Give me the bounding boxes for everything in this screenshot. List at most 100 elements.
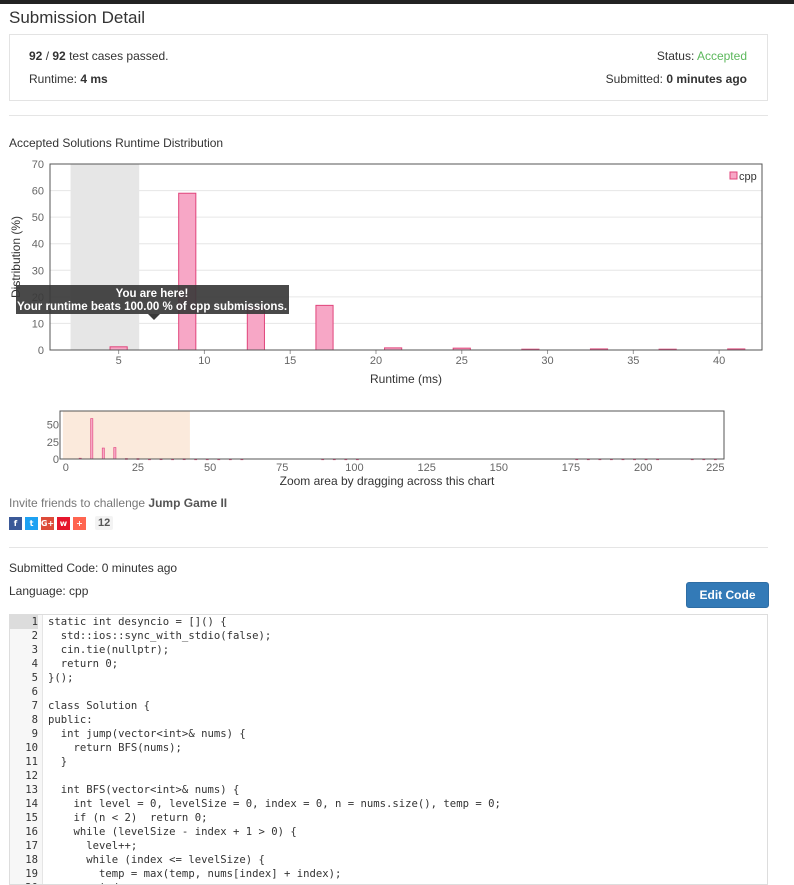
y-tick-label: 60	[32, 186, 44, 198]
code-text: temp = max(temp, nums[index] + index);	[48, 868, 342, 880]
code-line[interactable]: 6	[10, 685, 767, 699]
code-text: while (index <= levelSize) {	[48, 854, 265, 866]
line-number: 4	[31, 658, 38, 670]
code-text: level++;	[48, 840, 138, 852]
line-number: 7	[31, 700, 38, 712]
y-tick-label: 0	[38, 345, 44, 357]
line-number: 12	[25, 770, 38, 782]
code-text: int level = 0, levelSize = 0, index = 0,…	[48, 798, 501, 810]
nav-bar	[113, 447, 117, 460]
line-number: 18	[25, 854, 38, 866]
y-tick-label: 50	[32, 212, 44, 224]
code-text: public:	[48, 714, 93, 726]
google-plus-icon[interactable]: G+	[41, 516, 54, 530]
x-tick-label: 25	[456, 355, 468, 367]
nav-x-tick-label: 175	[562, 462, 580, 474]
zoom-navigator-chart[interactable]: 0 25 50 0 25 50 75 100 125 150 175 200 225 Zoom area …	[0, 400, 794, 500]
nav-y-tick-label: 25	[47, 437, 59, 449]
x-tick-label: 40	[713, 355, 725, 367]
nav-y-tick-label: 0	[53, 454, 59, 466]
line-number: 3	[31, 644, 38, 656]
line-number: 20	[10, 881, 38, 884]
runtime-distribution-chart[interactable]: 010203040506070510152025303540Runtime (m…	[0, 0, 794, 395]
code-line[interactable]: 5 }();	[10, 671, 767, 685]
line-number: 15	[25, 812, 38, 824]
code-line[interactable]: 4 return 0;	[10, 657, 767, 671]
line-number: 8	[31, 714, 38, 726]
code-line[interactable]: 10 return BFS(nums);	[10, 741, 767, 755]
code-line[interactable]: 1 static int desyncio = []() {	[10, 615, 767, 629]
code-text: if (n < 2) return 0;	[48, 812, 208, 824]
nav-x-tick-label: 25	[132, 462, 144, 474]
code-line[interactable]: 8 public:	[10, 713, 767, 727]
plot-area	[50, 164, 762, 350]
line-number: 2	[31, 630, 38, 642]
nav-x-tick-label: 200	[634, 462, 652, 474]
share-count: 12	[95, 516, 114, 530]
code-editor[interactable]: 1 static int desyncio = []() {2 std::ios:…	[9, 614, 768, 885]
code-line[interactable]: 19 temp = max(temp, nums[index] + index)…	[10, 867, 767, 881]
y-tick-label: 40	[32, 239, 44, 251]
tooltip-line2: Your runtime beats 100.00 % of cpp submi…	[17, 301, 287, 313]
line-number: 14	[25, 798, 38, 810]
bar	[315, 304, 334, 351]
line-number: 1	[10, 615, 38, 629]
divider	[9, 547, 768, 548]
code-line[interactable]: 20 index++;	[10, 881, 767, 884]
code-line[interactable]: 2 std::ios::sync_with_stdio(false);	[10, 629, 767, 643]
share-buttons: f t G+ w +12	[9, 516, 114, 530]
nav-x-tick-label: 125	[417, 462, 435, 474]
code-line[interactable]: 12	[10, 769, 767, 783]
code-line[interactable]: 9 int jump(vector<int>& nums) {	[10, 727, 767, 741]
code-line[interactable]: 3 cin.tie(nullptr);	[10, 643, 767, 657]
code-text: static int desyncio = []() {	[48, 616, 227, 628]
twitter-icon[interactable]: t	[25, 516, 38, 530]
line-number: 5	[31, 672, 38, 684]
code-line[interactable]: 16 while (levelSize - index + 1 > 0) {	[10, 825, 767, 839]
code-line[interactable]: 13 int BFS(vector<int>& nums) {	[10, 783, 767, 797]
code-text: return BFS(nums);	[48, 742, 182, 754]
legend-label: cpp	[739, 171, 757, 183]
line-number: 16	[25, 826, 38, 838]
code-text: class Solution {	[48, 700, 151, 712]
code-line[interactable]: 7 class Solution {	[10, 699, 767, 713]
nav-x-tick-label: 150	[490, 462, 508, 474]
code-text: std::ios::sync_with_stdio(false);	[48, 630, 272, 642]
bar	[178, 192, 197, 351]
code-line[interactable]: 18 while (index <= levelSize) {	[10, 853, 767, 867]
line-number: 10	[25, 742, 38, 754]
x-tick-label: 20	[370, 355, 382, 367]
facebook-icon[interactable]: f	[9, 516, 22, 530]
more-share-icon[interactable]: +	[73, 516, 86, 530]
line-number: 6	[31, 686, 38, 698]
code-text: int jump(vector<int>& nums) {	[48, 728, 246, 740]
code-text: }();	[48, 672, 74, 684]
edit-code-button[interactable]: Edit Code	[686, 582, 769, 608]
code-text: index++;	[48, 881, 150, 884]
nav-x-tick-label: 50	[204, 462, 216, 474]
line-number: 13	[25, 784, 38, 796]
tooltip-line1: You are here!	[116, 288, 189, 300]
x-tick-label: 10	[198, 355, 210, 367]
nav-x-tick-label: 100	[345, 462, 363, 474]
y-tick-label: 70	[32, 159, 44, 171]
code-line[interactable]: 17 level++;	[10, 839, 767, 853]
x-axis-label: Runtime (ms)	[370, 372, 442, 386]
x-tick-label: 15	[284, 355, 296, 367]
nav-x-tick-label: 0	[63, 462, 69, 474]
code-line[interactable]: 14 int level = 0, levelSize = 0, index =…	[10, 797, 767, 811]
line-number: 17	[25, 840, 38, 852]
submitted-code-label: Submitted Code: 0 minutes ago	[9, 561, 178, 575]
zoom-selection	[62, 411, 190, 459]
code-text: return 0;	[48, 658, 119, 670]
nav-x-tick-label: 75	[276, 462, 288, 474]
zoom-caption: Zoom area by dragging across this chart	[280, 474, 495, 488]
weibo-icon[interactable]: w	[57, 516, 70, 530]
nav-x-tick-label: 225	[706, 462, 724, 474]
legend-swatch	[729, 171, 738, 180]
code-line[interactable]: 15 if (n < 2) return 0;	[10, 811, 767, 825]
code-line[interactable]: 11 }	[10, 755, 767, 769]
x-tick-label: 35	[627, 355, 639, 367]
y-tick-label: 10	[32, 318, 44, 330]
x-tick-label: 30	[541, 355, 553, 367]
